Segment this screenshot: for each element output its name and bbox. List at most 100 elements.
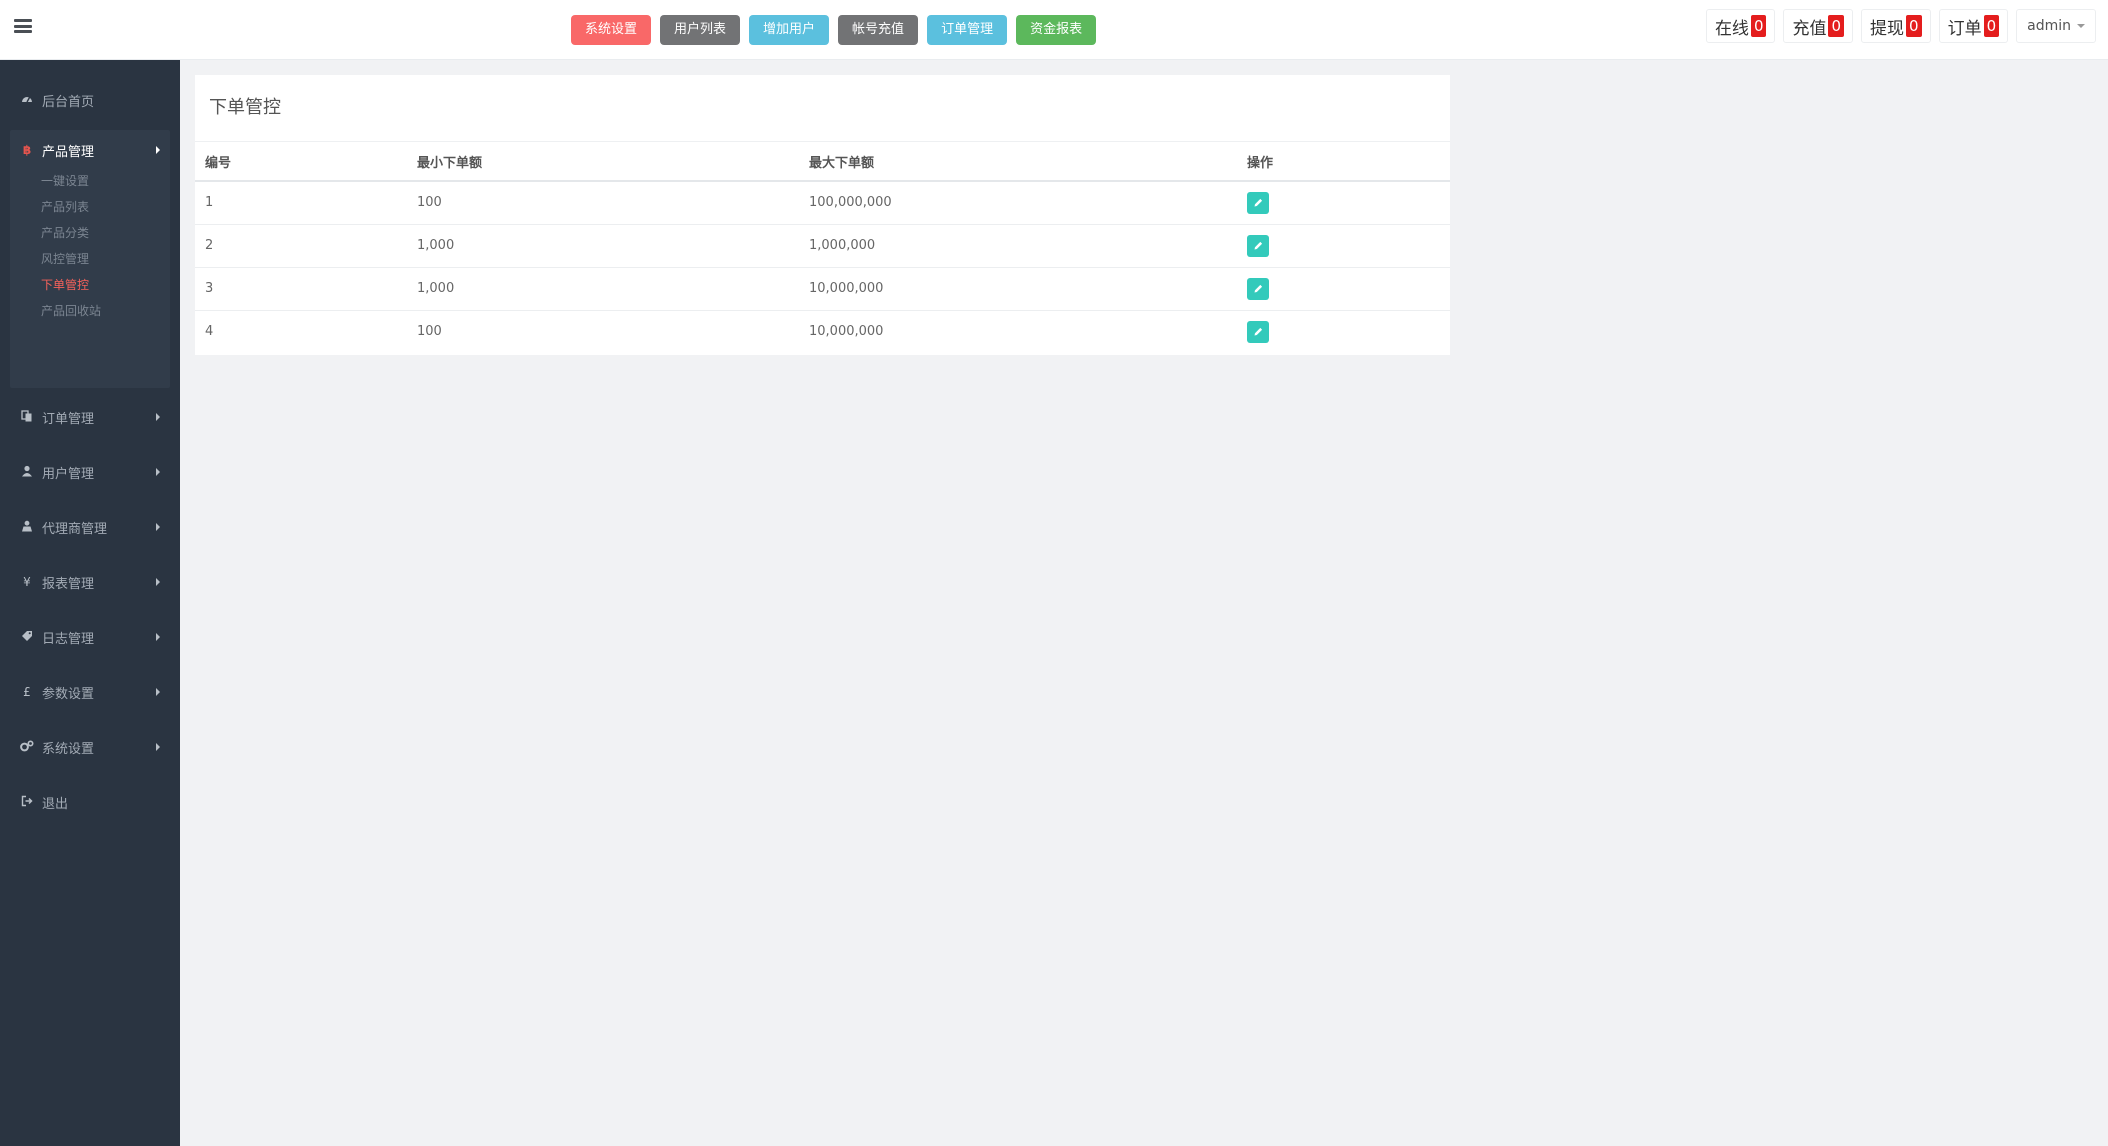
order-count-badge: 0 <box>1983 15 2000 37</box>
sidebar-subitem-product-list[interactable]: 产品列表 <box>41 197 89 217</box>
sidebar-subitem-recycle-bin[interactable]: 产品回收站 <box>41 301 101 321</box>
chevron-right-icon <box>156 523 160 531</box>
withdraw-label: 提现 <box>1870 18 1905 39</box>
recharge-label: 充值 <box>1792 18 1827 39</box>
order-label: 订单 <box>1947 18 1982 39</box>
hamburger-icon[interactable] <box>14 19 32 33</box>
table-row: 2 1,000 1,000,000 <box>195 224 1450 268</box>
table-header-row: 编号 最小下单额 最大下单额 操作 <box>195 142 1450 182</box>
sidebar-subitem-order-control[interactable]: 下单管控 <box>41 275 89 295</box>
table-row: 4 100 10,000,000 <box>195 310 1450 353</box>
tags-icon <box>20 630 34 645</box>
pencil-icon <box>1254 199 1262 207</box>
edit-button[interactable] <box>1247 191 1269 214</box>
sidebar-item-reports[interactable]: ¥ 报表管理 <box>0 562 180 602</box>
cell-max-amount: 100,000,000 <box>799 181 1237 225</box>
order-management-button[interactable]: 订单管理 <box>927 15 1008 45</box>
cell-max-amount: 10,000,000 <box>799 267 1237 311</box>
chevron-right-icon <box>156 688 160 696</box>
column-header-max-amount: 最大下单额 <box>799 142 1237 182</box>
chevron-right-icon <box>156 413 160 421</box>
bitcoin-icon: ฿ <box>22 143 32 157</box>
user-icon <box>20 465 34 480</box>
sidebar-item-label: 退出 <box>42 796 69 812</box>
page-title: 下单管控 <box>209 97 281 118</box>
chevron-right-icon <box>156 468 160 476</box>
sidebar-item-orders[interactable]: 订单管理 <box>0 397 180 437</box>
fund-report-button[interactable]: 资金报表 <box>1016 15 1097 45</box>
pencil-icon <box>1254 284 1262 293</box>
cell-min-amount: 100 <box>417 324 442 340</box>
agent-icon <box>20 520 34 535</box>
sidebar-item-logout[interactable]: 退出 <box>0 782 180 822</box>
sidebar-group-product: ฿ 产品管理 一键设置 产品列表 产品分类 风控管理 下单管控 产品回收站 <box>10 130 170 388</box>
cell-actions <box>1237 267 1450 311</box>
online-label: 在线 <box>1714 18 1749 39</box>
edit-button[interactable] <box>1247 234 1269 257</box>
add-user-button[interactable]: 增加用户 <box>749 15 830 45</box>
table-row: 1 100 100,000,000 <box>195 181 1450 225</box>
quick-actions: 系统设置 用户列表 增加用户 帐号充值 订单管理 资金报表 <box>571 15 1097 45</box>
sidebar-item-label: 后台首页 <box>42 94 95 110</box>
cell-id: 4 <box>205 324 214 340</box>
sidebar-item-agents[interactable]: 代理商管理 <box>0 507 180 547</box>
sidebar-subitem-quick-setup[interactable]: 一键设置 <box>41 171 89 191</box>
sidebar-item-label: 报表管理 <box>42 576 95 592</box>
stats-bar: 在线 0 充值 0 提现 0 订单 0 admin <box>1705 9 2096 43</box>
sidebar-item-params[interactable]: £ 参数设置 <box>0 672 180 712</box>
cell-id: 3 <box>195 267 407 311</box>
edit-button[interactable] <box>1247 320 1269 343</box>
dashboard-icon <box>20 93 34 108</box>
sidebar-item-system[interactable]: 系统设置 <box>0 727 180 767</box>
account-recharge-button[interactable]: 帐号充值 <box>838 15 919 45</box>
cell-id: 2 <box>195 224 407 268</box>
recharge-stat[interactable]: 充值 0 <box>1783 9 1854 43</box>
sidebar: 后台首页 ฿ 产品管理 一键设置 产品列表 产品分类 风控管理 下单管控 产品回… <box>0 60 180 1146</box>
withdraw-count-badge: 0 <box>1906 15 1922 37</box>
cell-actions <box>1237 224 1450 268</box>
cell-max-amount: 1,000,000 <box>799 224 1237 268</box>
sidebar-item-label: 系统设置 <box>42 741 95 757</box>
edit-button[interactable] <box>1247 277 1269 300</box>
sidebar-item-logs[interactable]: 日志管理 <box>0 617 180 657</box>
cell-min-amount: 1,000 <box>407 224 799 268</box>
cell-id: 1 <box>195 181 407 225</box>
order-control-panel: 下单管控 编号 最小下单额 最大下单额 操作 1 100 100,000,000 <box>195 75 1450 355</box>
cell-min-amount: 1,000 <box>407 267 799 311</box>
cell-actions <box>1237 181 1450 225</box>
chevron-right-icon <box>156 146 160 154</box>
order-limit-table: 编号 最小下单额 最大下单额 操作 1 100 100,000,000 2 1,… <box>195 142 1450 353</box>
chevron-right-icon <box>156 578 160 586</box>
column-header-actions: 操作 <box>1237 142 1450 182</box>
yen-icon: ¥ <box>23 575 31 589</box>
sidebar-item-users[interactable]: 用户管理 <box>0 452 180 492</box>
sidebar-item-label: 参数设置 <box>42 686 95 702</box>
sidebar-item-label: 日志管理 <box>42 631 95 647</box>
user-menu[interactable]: admin <box>2016 9 2096 43</box>
top-bar: 系统设置 用户列表 增加用户 帐号充值 订单管理 资金报表 在线 0 充值 0 … <box>0 0 2108 60</box>
withdraw-stat[interactable]: 提现 0 <box>1861 9 1931 43</box>
table-row: 3 1,000 10,000,000 <box>195 267 1450 311</box>
sidebar-item-label: 代理商管理 <box>42 521 108 537</box>
sidebar-subitem-product-category[interactable]: 产品分类 <box>41 223 89 243</box>
pencil-icon <box>1254 241 1262 250</box>
sidebar-item-product[interactable]: ฿ 产品管理 <box>0 130 180 170</box>
caret-down-icon <box>2077 24 2085 28</box>
gears-icon <box>20 739 34 755</box>
cell-actions <box>1237 310 1450 353</box>
online-stat[interactable]: 在线 0 <box>1705 9 1776 43</box>
username: admin <box>2027 18 2071 34</box>
sidebar-item-label: 订单管理 <box>42 411 95 427</box>
column-header-min-amount: 最小下单额 <box>407 142 799 182</box>
column-header-id: 编号 <box>195 142 407 182</box>
copy-icon <box>20 409 34 425</box>
user-list-button[interactable]: 用户列表 <box>660 15 741 45</box>
system-settings-button[interactable]: 系统设置 <box>571 15 652 45</box>
sidebar-subitem-risk-control[interactable]: 风控管理 <box>41 249 89 269</box>
pencil-icon <box>1254 328 1262 336</box>
cell-min-amount: 100 <box>407 181 799 225</box>
recharge-count-badge: 0 <box>1828 15 1845 37</box>
order-stat[interactable]: 订单 0 <box>1938 9 2009 43</box>
cell-max-amount: 10,000,000 <box>809 324 884 340</box>
sidebar-item-home[interactable]: 后台首页 <box>0 80 180 120</box>
